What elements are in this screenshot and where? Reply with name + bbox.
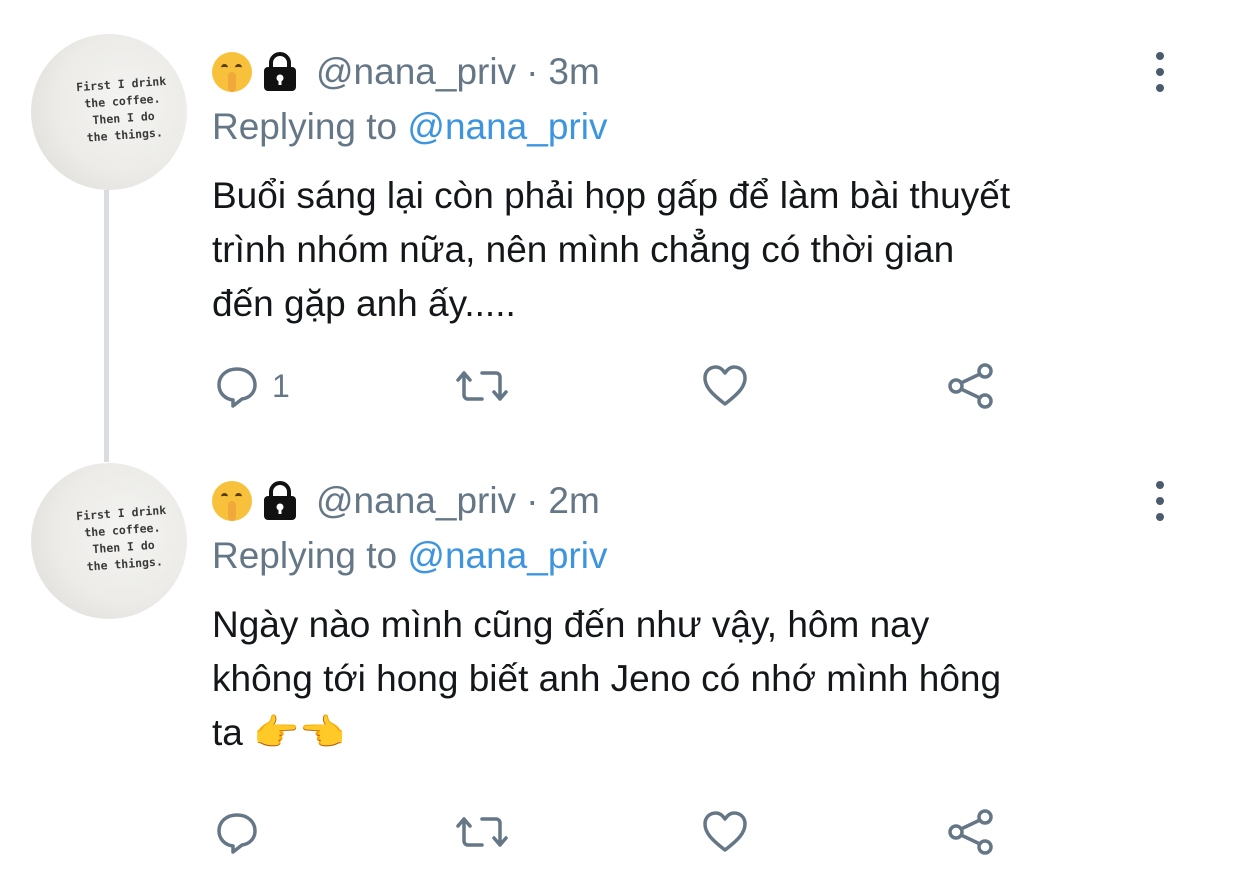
avatar[interactable]: First I drink the coffee. Then I do the … [31,463,187,619]
tweet[interactable]: First I drink the coffee. Then I do the … [0,450,1242,872]
retweet-icon [456,817,508,847]
separator-dot: · [526,51,539,92]
user-handle[interactable]: @nana_priv [316,480,516,522]
shushing-face-emoji-icon [212,52,252,92]
tweet-text-line: không tới hong biết anh Jeno có nhớ mình… [212,658,1002,699]
timestamp[interactable]: 3m [548,51,599,93]
replying-label: Replying to [212,535,398,576]
more-vertical-icon [1156,52,1164,60]
tweet-text: Ngày nào mình cũng đến như vậy, hôm nay … [212,598,1192,760]
separator-dot: · [526,480,539,521]
tweet-text-line: Ngày nào mình cũng đến như vậy, hôm nay [212,604,930,645]
tweet-text-line: trình nhóm nữa, nên mình chẳng có thời g… [212,229,955,270]
tweet[interactable]: First I drink the coffee. Then I do the … [0,0,1242,450]
share-icon [948,363,993,409]
user-handle[interactable]: @nana_priv [316,51,516,93]
avatar[interactable]: First I drink the coffee. Then I do the … [31,34,187,190]
tweet-text-line: đến gặp anh ấy..... [212,283,516,324]
replying-label: Replying to [212,106,398,147]
avatar-mug-text: First I drink the coffee. Then I do the … [51,71,187,149]
lock-icon [264,52,296,91]
timestamp[interactable]: 2m [548,480,599,522]
like-button[interactable] [702,361,748,411]
heart-icon [703,811,747,852]
reply-button[interactable] [214,807,272,857]
mention-link[interactable]: @nana_priv [407,106,607,147]
tweet-header: @nana_priv · 2m [212,479,600,523]
tweet-actions: 1 [212,361,1012,411]
more-options-button[interactable] [1148,52,1172,92]
tweet-actions [212,807,1012,857]
reply-icon [217,367,257,408]
lock-icon [264,481,296,520]
avatar-mug-text: First I drink the coffee. Then I do the … [51,500,187,578]
share-icon [948,809,993,855]
replying-to: Replying to @nana_priv [212,535,607,577]
tweet-text: Buổi sáng lại còn phải họp gấp để làm bà… [212,169,1192,331]
reply-count: 1 [272,367,290,404]
shushing-face-emoji-icon [212,481,252,521]
share-button[interactable] [946,807,996,857]
share-button[interactable] [946,361,996,411]
replying-to: Replying to @nana_priv [212,106,607,148]
retweet-icon [456,371,508,401]
retweet-button[interactable] [454,361,510,411]
like-button[interactable] [702,807,748,857]
mention-link[interactable]: @nana_priv [407,535,607,576]
heart-icon [703,365,747,406]
tweet-header: @nana_priv · 3m [212,50,600,94]
tweet-text-line: Buổi sáng lại còn phải họp gấp để làm bà… [212,175,1011,216]
tweet-text-line: ta 👉👈 [212,712,346,753]
more-options-button[interactable] [1148,481,1172,521]
retweet-button[interactable] [454,807,510,857]
more-vertical-icon [1156,481,1164,489]
reply-button[interactable]: 1 [214,361,290,411]
reply-icon [217,813,257,854]
